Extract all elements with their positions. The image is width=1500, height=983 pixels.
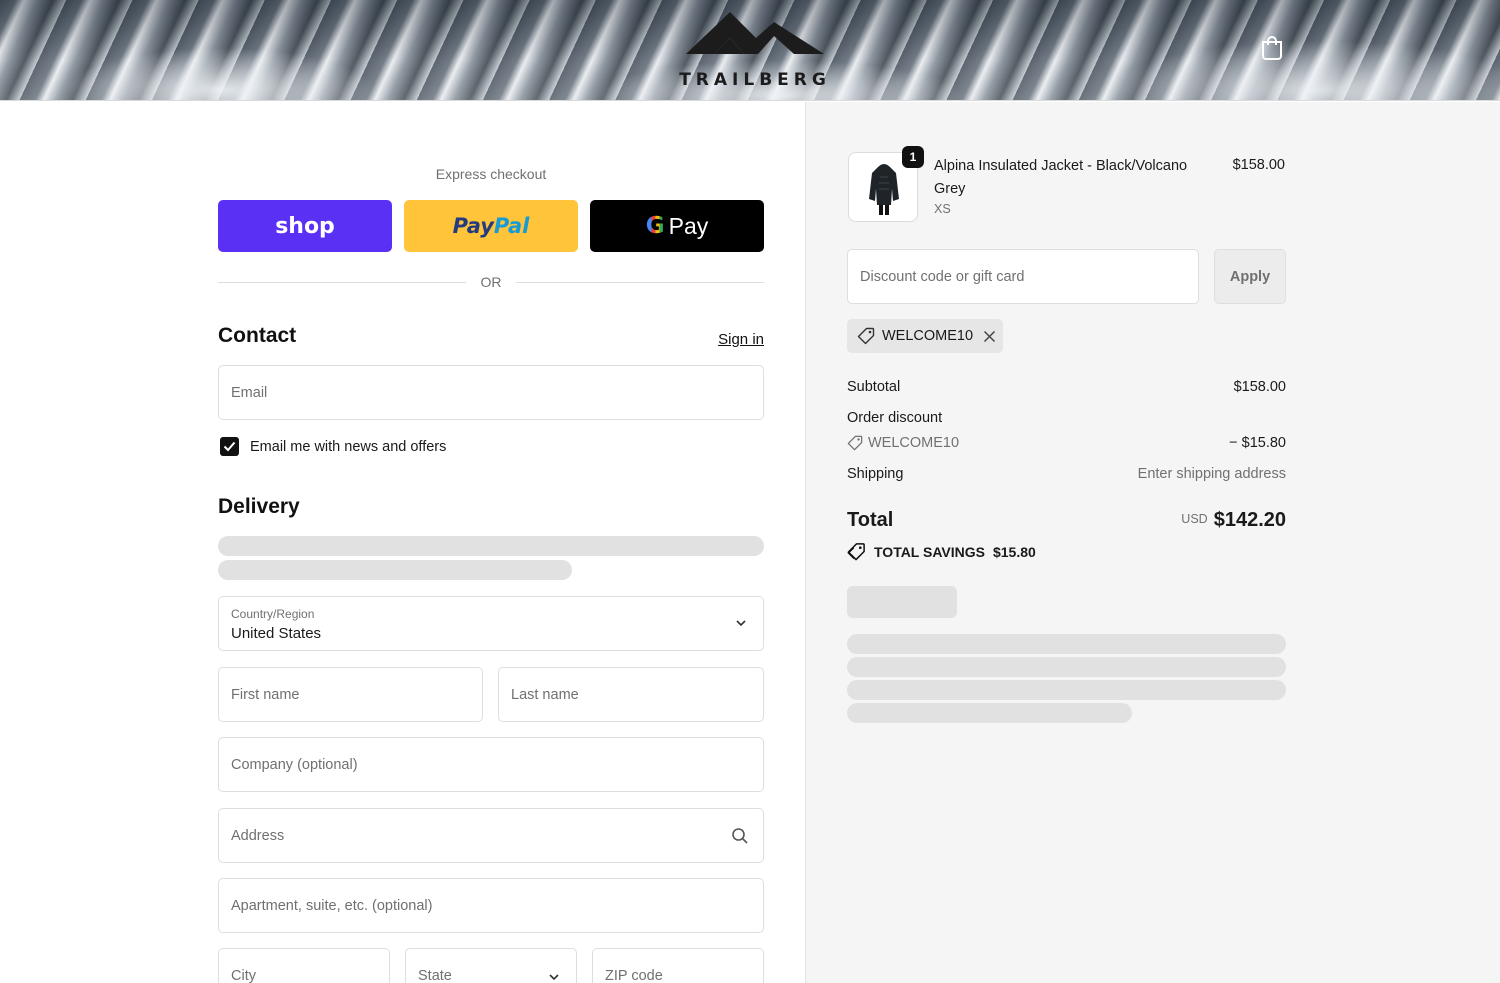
loading-skeleton-line — [847, 634, 1286, 654]
address-placeholder: Address — [231, 827, 285, 844]
newsletter-option[interactable]: Email me with news and offers — [220, 437, 446, 456]
or-divider: OR — [218, 274, 764, 290]
paypal-button[interactable]: Pay Pal — [404, 200, 578, 252]
loading-skeleton-line — [847, 703, 1132, 723]
search-icon — [732, 828, 748, 844]
order-discount-row: Order discount — [847, 410, 1286, 426]
brand-logo[interactable]: TRAILBERG — [672, 10, 838, 90]
order-summary-column: Alpina Insulated Jacket - Black/Volcano … — [806, 102, 1500, 983]
shipping-row: Shipping Enter shipping address — [847, 466, 1286, 482]
subtotal-value: $158.00 — [1233, 379, 1286, 395]
newsletter-label: Email me with news and offers — [250, 438, 447, 455]
subtotal-row: Subtotal $158.00 — [847, 379, 1286, 395]
apartment-placeholder: Apartment, suite, etc. (optional) — [231, 897, 433, 914]
loading-skeleton-line — [847, 680, 1286, 700]
mountain-logo-icon — [686, 12, 824, 54]
remove-code-icon[interactable] — [983, 330, 996, 343]
loading-skeleton-block — [847, 586, 957, 618]
paypal-label-pay: Pay — [452, 214, 494, 238]
shop-pay-button[interactable]: shop — [218, 200, 392, 252]
subtotal-label: Subtotal — [847, 379, 901, 395]
checkout-form-column: Express checkout shop Pay Pal G Pay OR Co… — [0, 102, 806, 983]
company-placeholder: Company (optional) — [231, 756, 358, 773]
savings-tag-icon — [847, 543, 865, 561]
google-pay-label: Pay — [668, 212, 709, 239]
address-field[interactable]: Address — [218, 808, 764, 863]
state-select[interactable]: State — [405, 948, 577, 983]
state-placeholder: State — [418, 968, 452, 983]
tag-icon — [857, 327, 875, 345]
product-price: $158.00 — [1232, 157, 1285, 173]
shopping-bag-icon[interactable] — [1260, 34, 1284, 60]
savings-value: $15.80 — [992, 543, 1036, 560]
loading-skeleton-line — [218, 536, 764, 556]
discount-code: WELCOME10 — [847, 435, 959, 451]
email-placeholder: Email — [231, 384, 268, 401]
contact-heading: Contact — [218, 324, 297, 347]
apartment-field[interactable]: Apartment, suite, etc. (optional) — [218, 878, 764, 933]
discount-code-label: WELCOME10 — [868, 435, 960, 451]
applied-code-chip: WELCOME10 — [847, 319, 1003, 353]
last-name-placeholder: Last name — [511, 686, 579, 703]
chevron-down-icon — [549, 974, 559, 981]
sign-in-link[interactable]: Sign in — [700, 331, 764, 348]
savings-label: TOTAL SAVINGS — [874, 543, 985, 560]
country-label: Country/Region — [231, 607, 315, 621]
discount-code-row: WELCOME10 − $15.80 — [847, 435, 1286, 455]
city-field[interactable]: City — [218, 948, 390, 983]
order-discount-label: Order discount — [847, 410, 943, 426]
express-checkout-label: Express checkout — [435, 166, 547, 182]
tag-icon — [847, 435, 863, 451]
product-name: Alpina Insulated Jacket - Black/Volcano … — [934, 158, 1188, 197]
google-g-icon: G — [645, 213, 665, 239]
checkmark-icon — [223, 441, 236, 452]
delivery-heading: Delivery — [218, 495, 300, 518]
header-banner: TRAILBERG — [0, 0, 1500, 101]
last-name-field[interactable]: Last name — [498, 667, 764, 722]
applied-code-label: WELCOME10 — [882, 328, 974, 344]
discount-value: − $15.80 — [1229, 435, 1286, 451]
country-value: United States — [231, 625, 322, 642]
google-pay-button[interactable]: G Pay — [590, 200, 764, 252]
shop-pay-label: shop — [275, 213, 335, 239]
shipping-value: Enter shipping address — [1137, 466, 1286, 482]
zip-field[interactable]: ZIP code — [592, 948, 764, 983]
total-label: Total — [847, 509, 894, 531]
loading-skeleton-line — [218, 560, 572, 580]
loading-skeleton-line — [847, 657, 1286, 677]
first-name-placeholder: First name — [231, 686, 300, 703]
discount-code-input[interactable]: Discount code or gift card — [847, 249, 1199, 304]
apply-discount-button[interactable]: Apply — [1214, 249, 1286, 304]
brand-name: TRAILBERG — [679, 70, 831, 90]
quantity-badge: 1 — [902, 146, 924, 168]
divider-line-right — [516, 282, 764, 283]
newsletter-checkbox[interactable] — [220, 437, 239, 456]
total-value: $142.20 — [1213, 509, 1286, 531]
product-variant: XS — [934, 202, 951, 216]
paypal-label-pal: Pal — [493, 214, 530, 238]
shipping-label: Shipping — [847, 466, 904, 482]
first-name-field[interactable]: First name — [218, 667, 483, 722]
total-savings: TOTAL SAVINGS $15.80 — [847, 542, 1036, 561]
email-field[interactable]: Email — [218, 365, 764, 420]
discount-placeholder: Discount code or gift card — [860, 268, 1025, 285]
city-placeholder: City — [231, 968, 256, 983]
country-select[interactable]: Country/Region United States — [218, 596, 764, 651]
company-field[interactable]: Company (optional) — [218, 737, 764, 792]
chevron-down-icon — [736, 620, 746, 627]
currency-code: USD — [1181, 512, 1208, 526]
total-value-group: USD $142.20 — [1086, 509, 1286, 532]
zip-placeholder: ZIP code — [605, 968, 663, 983]
